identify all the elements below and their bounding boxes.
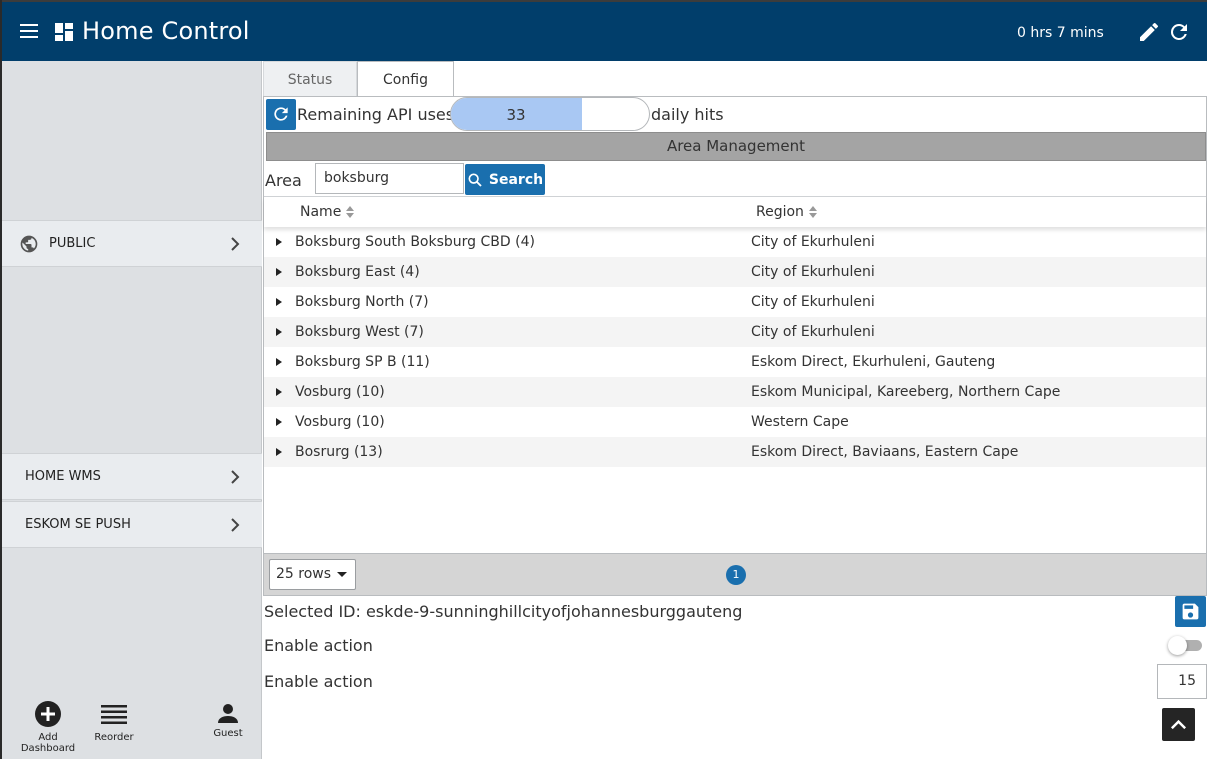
expand-arrow-icon[interactable] xyxy=(276,388,282,396)
sidebar: PUBLIC HOME WMS ESKOM SE PUSH Add Dashbo… xyxy=(2,61,262,759)
sidebar-item-label: PUBLIC xyxy=(49,236,96,251)
add-dashboard-label: Add Dashboard xyxy=(20,732,76,754)
table-row[interactable]: Boksburg West (7) City of Ekurhuleni xyxy=(264,317,1206,347)
table-pager: 25 rows 1 xyxy=(264,553,1206,595)
sidebar-item-public[interactable]: PUBLIC xyxy=(2,220,262,267)
area-management-header: Area Management xyxy=(266,132,1206,161)
action-number-input[interactable]: 15 xyxy=(1157,664,1207,699)
reorder-icon xyxy=(101,705,127,724)
api-usage-row: Remaining API uses: 33 daily hits xyxy=(264,97,1206,131)
api-uses-progress: 33 xyxy=(450,97,650,131)
expand-arrow-icon[interactable] xyxy=(276,358,282,366)
enable-action-label-2: Enable action xyxy=(264,672,373,691)
table-row[interactable]: Vosburg (10) Western Cape xyxy=(264,407,1206,437)
area-search-input[interactable]: boksburg xyxy=(315,163,464,194)
enable-action-label: Enable action xyxy=(264,636,373,655)
sidebar-item-home-wms[interactable]: HOME WMS xyxy=(2,453,262,500)
dashboard-icon xyxy=(55,23,73,41)
person-icon xyxy=(218,704,238,723)
table-row[interactable]: Bosrurg (13) Eskom Direct, Baviaans, Eas… xyxy=(264,437,1206,467)
table-row[interactable]: Boksburg East (4) City of Ekurhuleni xyxy=(264,257,1206,287)
selected-id-text: Selected ID: eskde-9-sunninghillcityofjo… xyxy=(264,602,743,621)
table-row[interactable]: Boksburg SP B (11) Eskom Direct, Ekurhul… xyxy=(264,347,1206,377)
config-panel: Remaining API uses: 33 daily hits Area M… xyxy=(263,96,1207,596)
column-header-name[interactable]: Name xyxy=(300,204,355,220)
enable-action-toggle[interactable] xyxy=(1168,636,1202,655)
tab-bar: Status Config xyxy=(263,61,1207,97)
sidebar-item-eskom-se-push[interactable]: ESKOM SE PUSH xyxy=(2,501,262,548)
add-circle-icon xyxy=(35,701,61,727)
sort-icon xyxy=(346,206,355,218)
expand-arrow-icon[interactable] xyxy=(276,268,282,276)
search-button[interactable]: Search xyxy=(465,164,545,195)
area-search-row: Area boksburg Search xyxy=(264,163,1206,195)
table-row[interactable]: Boksburg North (7) City of Ekurhuleni xyxy=(264,287,1206,317)
menu-icon[interactable] xyxy=(20,24,38,38)
guest-button[interactable]: Guest xyxy=(208,701,248,739)
main-panel: Status Config Remaining API uses: 33 dai… xyxy=(263,61,1207,759)
chevron-up-icon xyxy=(1170,719,1187,730)
chevron-right-icon xyxy=(231,518,240,532)
api-uses-label: Remaining API uses: xyxy=(297,105,460,124)
save-icon xyxy=(1182,603,1199,620)
sidebar-item-label: ESKOM SE PUSH xyxy=(25,517,131,532)
globe-icon xyxy=(20,235,38,252)
expand-arrow-icon[interactable] xyxy=(276,418,282,426)
toggle-knob xyxy=(1168,636,1187,655)
app-frame: Home Control 0 hrs 7 mins PUBLIC HOME WM… xyxy=(2,0,1207,759)
page-number-button[interactable]: 1 xyxy=(726,565,746,585)
table-header: Name Region xyxy=(264,197,1206,227)
tab-status[interactable]: Status xyxy=(263,61,357,97)
tab-config[interactable]: Config xyxy=(357,61,454,97)
column-header-region[interactable]: Region xyxy=(756,204,818,220)
expand-arrow-icon[interactable] xyxy=(276,328,282,336)
reorder-button[interactable]: Reorder xyxy=(90,701,138,743)
rows-per-page-select[interactable]: 25 rows xyxy=(269,559,356,590)
chevron-right-icon xyxy=(231,470,240,484)
api-uses-suffix: daily hits xyxy=(651,105,724,124)
sort-icon xyxy=(808,206,817,218)
session-timer: 0 hrs 7 mins xyxy=(1017,25,1104,41)
area-table: Name Region Boksburg South Boksburg CBD … xyxy=(264,196,1206,553)
pencil-icon[interactable] xyxy=(1137,20,1161,44)
chevron-down-icon xyxy=(337,572,347,577)
api-uses-value: 33 xyxy=(506,106,526,124)
add-dashboard-button[interactable]: Add Dashboard xyxy=(10,701,86,754)
chevron-right-icon xyxy=(231,237,240,251)
search-button-label: Search xyxy=(488,171,544,188)
app-header: Home Control 0 hrs 7 mins xyxy=(2,0,1207,61)
api-refresh-button[interactable] xyxy=(266,99,296,130)
table-row[interactable]: Boksburg South Boksburg CBD (4) City of … xyxy=(264,227,1206,257)
app-title: Home Control xyxy=(82,17,250,45)
refresh-icon[interactable] xyxy=(1167,20,1191,44)
expand-arrow-icon[interactable] xyxy=(276,448,282,456)
sidebar-item-label: HOME WMS xyxy=(25,469,101,484)
area-label: Area xyxy=(265,171,302,190)
reorder-label: Reorder xyxy=(94,732,134,743)
save-button[interactable] xyxy=(1175,596,1206,627)
expand-arrow-icon[interactable] xyxy=(276,238,282,246)
table-row[interactable]: Vosburg (10) Eskom Municipal, Kareeberg,… xyxy=(264,377,1206,407)
expand-arrow-icon[interactable] xyxy=(276,298,282,306)
sidebar-toolbar: Add Dashboard Reorder Guest xyxy=(2,701,262,759)
search-icon xyxy=(468,173,482,187)
refresh-icon xyxy=(274,107,288,121)
scroll-top-button[interactable] xyxy=(1162,708,1195,741)
guest-label: Guest xyxy=(213,728,243,739)
